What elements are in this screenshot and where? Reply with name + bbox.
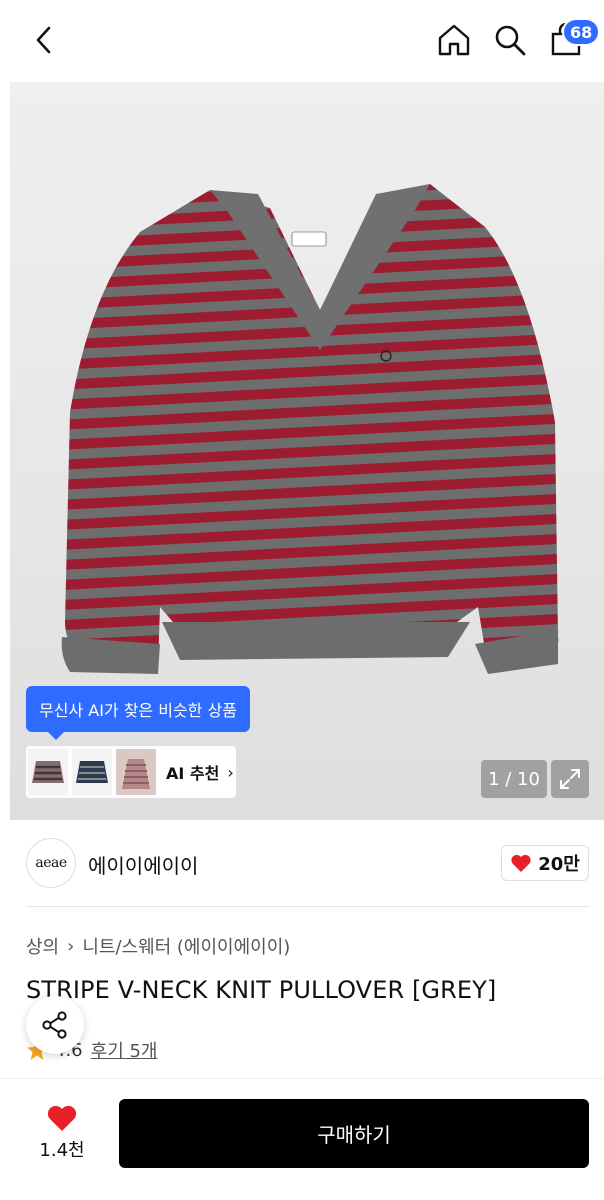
product-title: STRIPE V-NECK KNIT PULLOVER [GREY]: [26, 976, 497, 1004]
review-link[interactable]: 후기 5개: [91, 1037, 158, 1063]
breadcrumb-item[interactable]: 상의: [26, 933, 59, 959]
similar-thumb-2[interactable]: [72, 749, 112, 795]
chevron-right-icon: ›: [67, 935, 75, 957]
top-bar: 68: [0, 0, 604, 82]
back-button[interactable]: [26, 22, 62, 58]
heart-icon: [511, 854, 531, 872]
brand-name[interactable]: 에이이에이이: [88, 850, 198, 879]
wishlist-button[interactable]: 1.4천: [26, 1098, 98, 1168]
expand-button[interactable]: [551, 760, 589, 798]
thumbnail-image: [28, 749, 68, 795]
similar-thumb-3[interactable]: [116, 749, 156, 795]
search-icon: [495, 25, 526, 56]
wishlist-count: 1.4천: [39, 1140, 85, 1161]
similar-thumb-1[interactable]: [28, 749, 68, 795]
ai-recommend-strip[interactable]: AI 추천 ›: [26, 746, 236, 798]
breadcrumb: 상의 › 니트/스웨터 (에이이에이이): [26, 933, 290, 959]
image-page-counter: 1 / 10: [481, 760, 547, 798]
buy-button[interactable]: 구매하기: [119, 1099, 589, 1168]
expand-icon: [560, 769, 580, 789]
cart-count-badge: 68: [562, 18, 601, 46]
brand-like-button[interactable]: 20만: [501, 845, 589, 881]
ai-recommend-label: AI 추천: [166, 764, 220, 783]
breadcrumb-item[interactable]: 니트/스웨터 (에이이에이이): [82, 933, 290, 959]
thumbnail-image: [116, 749, 156, 795]
heart-icon: [47, 1105, 77, 1131]
brand-logo[interactable]: aeae: [26, 838, 76, 888]
ai-recommend-link[interactable]: AI 추천 ›: [166, 760, 234, 784]
ai-similar-tooltip: 무신사 AI가 찾은 비슷한 상품: [26, 686, 250, 740]
share-icon: [42, 1011, 67, 1039]
thumbnail-image: [72, 749, 112, 795]
search-button[interactable]: [490, 20, 530, 60]
home-button[interactable]: [434, 20, 474, 60]
divider: [26, 906, 590, 907]
chevron-right-icon: ›: [227, 762, 234, 782]
share-button[interactable]: [26, 996, 84, 1054]
chevron-left-icon: [36, 26, 51, 54]
home-icon: [438, 24, 470, 56]
brand-like-count: 20만: [538, 854, 580, 875]
